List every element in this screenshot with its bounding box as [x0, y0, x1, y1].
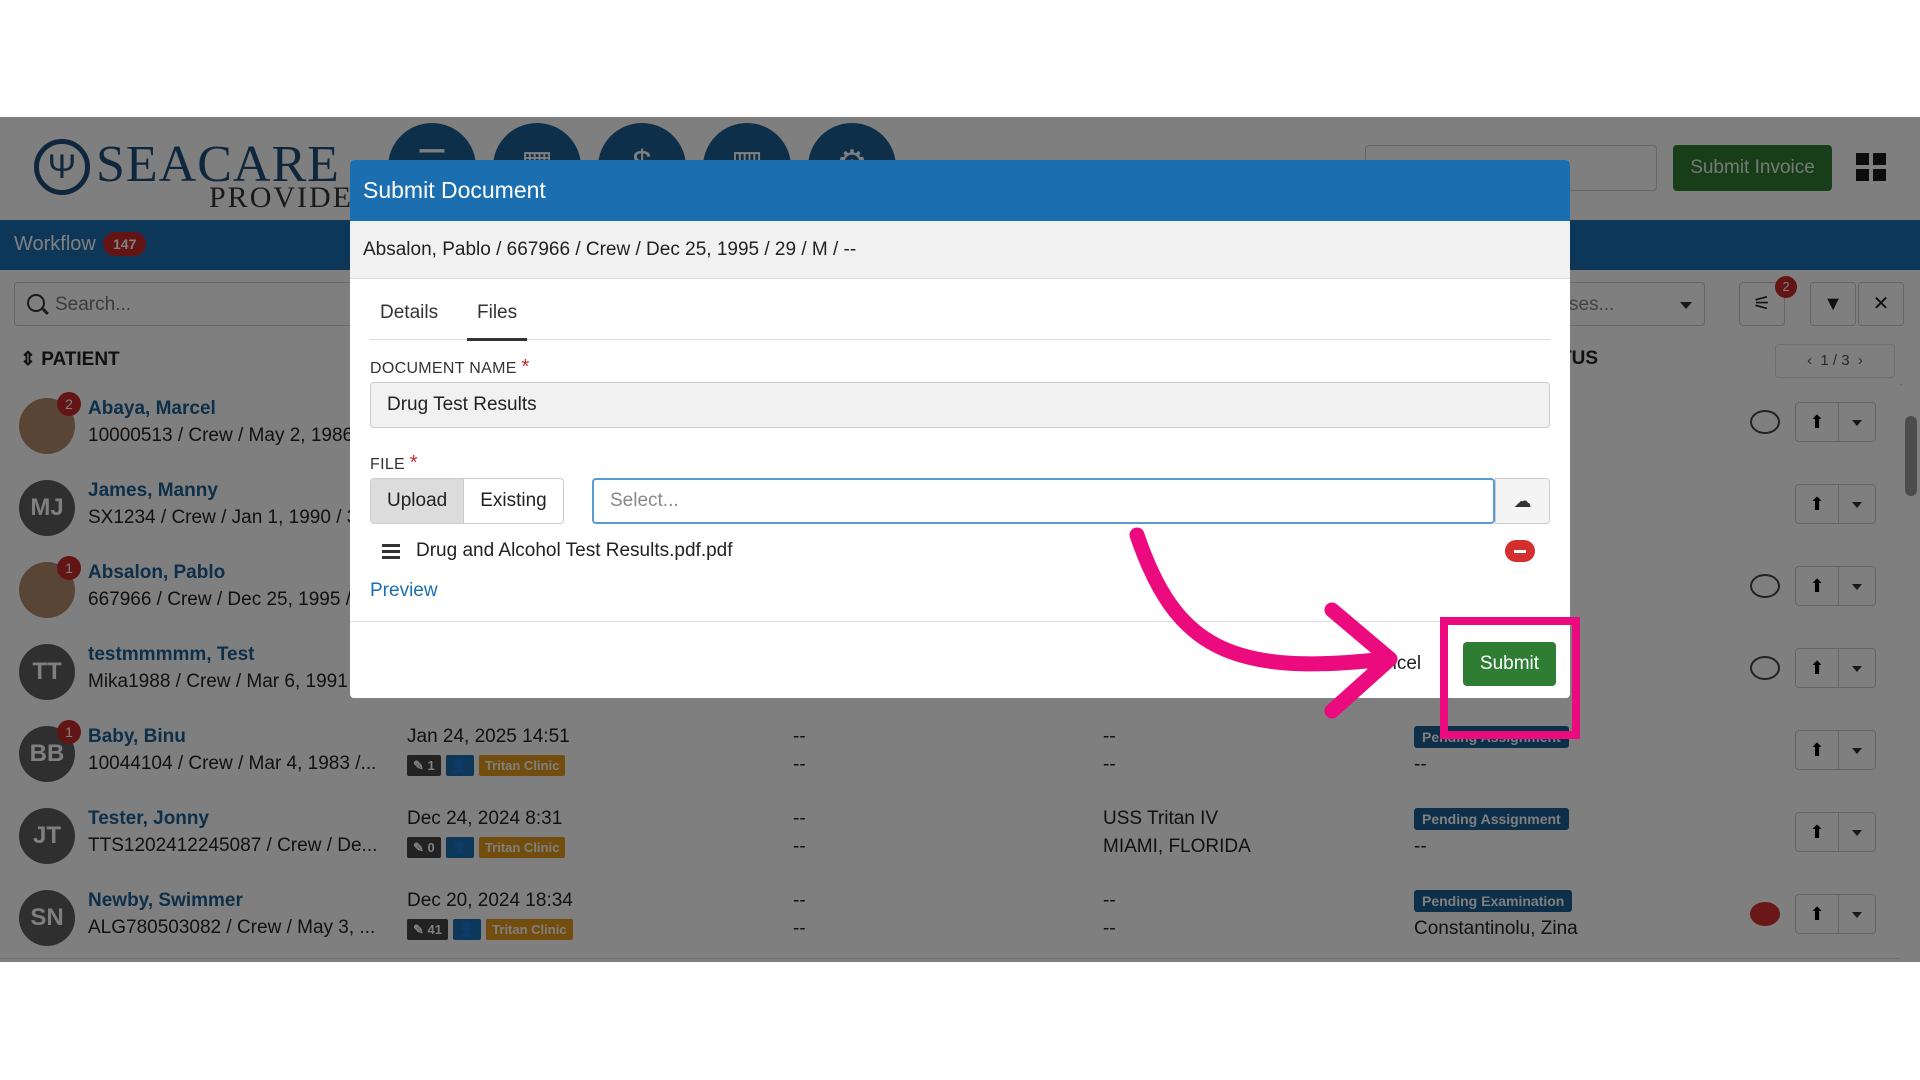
- cloud-upload-icon: ☁: [1513, 491, 1532, 511]
- selected-file-row: Drug and Alcohol Test Results.pdf.pdf: [382, 538, 1542, 568]
- tab-details[interactable]: Details: [370, 302, 448, 338]
- document-name-label: DOCUMENT NAME *: [370, 356, 530, 378]
- submit-highlight-box: [1440, 617, 1580, 739]
- submit-document-dialog: Submit Document Absalon, Pablo / 667966 …: [350, 160, 1570, 698]
- cancel-button[interactable]: Cancel: [1362, 642, 1421, 686]
- preview-link[interactable]: Preview: [370, 580, 438, 602]
- file-list-icon: [382, 544, 400, 559]
- dialog-footer: Cancel Submit: [350, 621, 1570, 698]
- tab-files[interactable]: Files: [467, 302, 528, 341]
- document-name-input[interactable]: Drug Test Results: [370, 382, 1550, 428]
- existing-toggle-button[interactable]: Existing: [464, 479, 563, 523]
- file-source-toggle: Upload Existing: [370, 478, 564, 524]
- dialog-tabs: Details Files: [370, 302, 1550, 341]
- cloud-upload-button[interactable]: ☁: [1495, 478, 1550, 524]
- upload-toggle-button[interactable]: Upload: [371, 479, 465, 523]
- remove-file-icon[interactable]: [1505, 540, 1535, 562]
- patient-summary-line: Absalon, Pablo / 667966 / Crew / Dec 25,…: [350, 221, 1570, 279]
- dialog-title: Submit Document: [350, 160, 1570, 221]
- file-select-input[interactable]: Select...: [592, 478, 1495, 524]
- app-frame: Ψ SEACARE PROVIDER ☰ ▦ $ ▥ ⚙ Submit Invo…: [0, 117, 1920, 962]
- selected-file-name: Drug and Alcohol Test Results.pdf.pdf: [416, 540, 733, 561]
- file-label: FILE *: [370, 452, 418, 474]
